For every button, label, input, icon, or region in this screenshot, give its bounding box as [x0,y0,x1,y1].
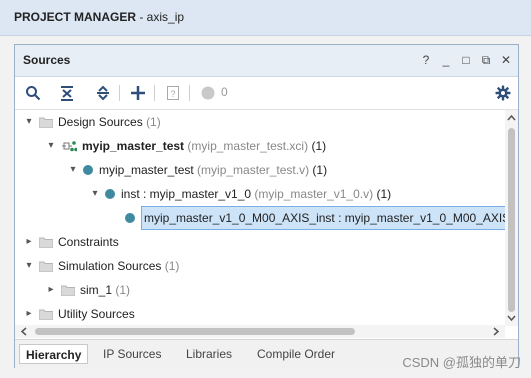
axis-inst-name: myip_master_v1_0_M00_AXIS_inst : myip_ma… [141,206,507,230]
toolbar-separator [119,85,120,101]
tree-node-axis-inst[interactable]: myip_master_v1_0_M00_AXIS_inst : myip_ma… [125,206,507,230]
scroll-up-icon[interactable] [505,113,518,123]
scroll-right-icon[interactable] [491,325,501,338]
project-manager-title: PROJECT MANAGER - axis_ip [14,10,184,24]
folder-icon [39,309,53,320]
source-file-properties-icon[interactable]: ? [163,83,183,103]
project-manager-label: PROJECT MANAGER [14,10,137,24]
project-manager-header: PROJECT MANAGER - axis_ip [0,0,531,36]
inst-count: (1) [376,187,392,201]
design-sources-count: (1) [146,115,161,129]
minimize-icon[interactable]: _ [440,53,452,67]
folder-icon [61,285,75,296]
sources-toolbar: ? 0 [15,77,518,110]
simulation-sources-count: (1) [164,259,180,273]
help-icon[interactable]: ? [420,53,432,67]
module-icon [105,189,115,199]
chevron-right-icon[interactable]: ▸ [23,236,35,248]
myip-master-test-v-name: myip_master_test [99,163,194,177]
sources-panel-title: Sources [23,53,71,67]
myip-master-test-v-count: (1) [312,163,328,177]
folder-icon [39,261,53,272]
sim-1-count: (1) [115,283,131,297]
tab-libraries[interactable]: Libraries [180,344,238,364]
sources-tree: ▾ Design Sources (1) ▾ myip_master_test … [15,110,507,325]
tree-node-myip-master-test-xci[interactable]: ▾ myip_master_test (myip_master_test.xci… [45,135,326,157]
module-icon [83,165,93,175]
vertical-scrollbar[interactable] [505,110,518,326]
tree-node-simulation-sources[interactable]: ▾ Simulation Sources (1) [23,255,179,277]
chevron-right-icon[interactable]: ▸ [23,308,35,320]
window-controls: ? _ □ ⧉ ✕ [420,53,512,68]
add-sources-icon[interactable] [128,83,148,103]
vertical-scroll-thumb[interactable] [508,128,515,312]
tree-node-myip-master-test-v[interactable]: ▾ myip_master_test (myip_master_test.v) … [67,159,327,181]
utility-sources-label: Utility Sources [58,307,135,321]
inst-file: (myip_master_v1_0.v) [254,187,374,201]
folder-icon [39,117,53,128]
horizontal-scrollbar[interactable] [15,325,505,338]
tab-compile-order[interactable]: Compile Order [251,344,341,364]
scroll-down-icon[interactable] [505,313,518,323]
ip-block-design-icon [62,141,77,152]
chevron-down-icon[interactable]: ▾ [89,188,101,200]
svg-text:?: ? [170,89,175,99]
design-sources-label: Design Sources [58,115,143,129]
toolbar-separator [154,85,155,101]
problem-count: 0 [221,85,228,99]
tree-node-design-sources[interactable]: ▾ Design Sources (1) [23,111,161,133]
simulation-sources-label: Simulation Sources [58,259,162,273]
tab-ip-sources[interactable]: IP Sources [97,344,167,364]
myip-master-test-xci-name: myip_master_test [82,139,185,153]
settings-gear-icon[interactable] [493,83,513,103]
sources-panel-header: Sources ? _ □ ⧉ ✕ [15,45,518,77]
tree-node-sim-1[interactable]: ▸ sim_1 (1) [45,279,130,301]
inst-name: inst : myip_master_v1_0 [121,187,252,201]
chevron-down-icon[interactable]: ▾ [23,116,35,128]
tree-node-inst[interactable]: ▾ inst : myip_master_v1_0 (myip_master_v… [89,183,391,205]
horizontal-scroll-thumb[interactable] [35,328,355,335]
float-icon[interactable]: ⧉ [480,53,492,67]
chevron-down-icon[interactable]: ▾ [23,260,35,272]
status-circle-icon[interactable] [198,83,218,103]
tree-node-utility-sources[interactable]: ▸ Utility Sources [23,303,135,325]
expand-all-icon[interactable] [93,83,113,103]
collapse-all-icon[interactable] [57,83,77,103]
chevron-down-icon[interactable]: ▾ [45,140,57,152]
module-icon [125,213,135,223]
myip-master-test-xci-count: (1) [311,139,327,153]
myip-master-test-v-file: (myip_master_test.v) [197,163,310,177]
toolbar-separator [189,85,190,101]
sim-1-label: sim_1 [80,283,113,297]
scroll-left-icon[interactable] [19,325,29,338]
folder-icon [39,237,53,248]
myip-master-test-xci-file: (myip_master_test.xci) [187,139,309,153]
tab-hierarchy[interactable]: Hierarchy [19,344,89,364]
tree-node-constraints[interactable]: ▸ Constraints [23,231,119,253]
sources-panel: Sources ? _ □ ⧉ ✕ ? 0 ▾ Design Sources (… [14,44,519,368]
project-name: - axis_ip [136,10,185,24]
watermark: CSDN @孤独的单刀 [402,355,521,370]
maximize-icon[interactable]: □ [460,53,472,67]
constraints-label: Constraints [58,235,119,249]
search-icon[interactable] [23,83,43,103]
chevron-down-icon[interactable]: ▾ [67,164,79,176]
chevron-right-icon[interactable]: ▸ [45,284,57,296]
close-icon[interactable]: ✕ [500,53,512,67]
